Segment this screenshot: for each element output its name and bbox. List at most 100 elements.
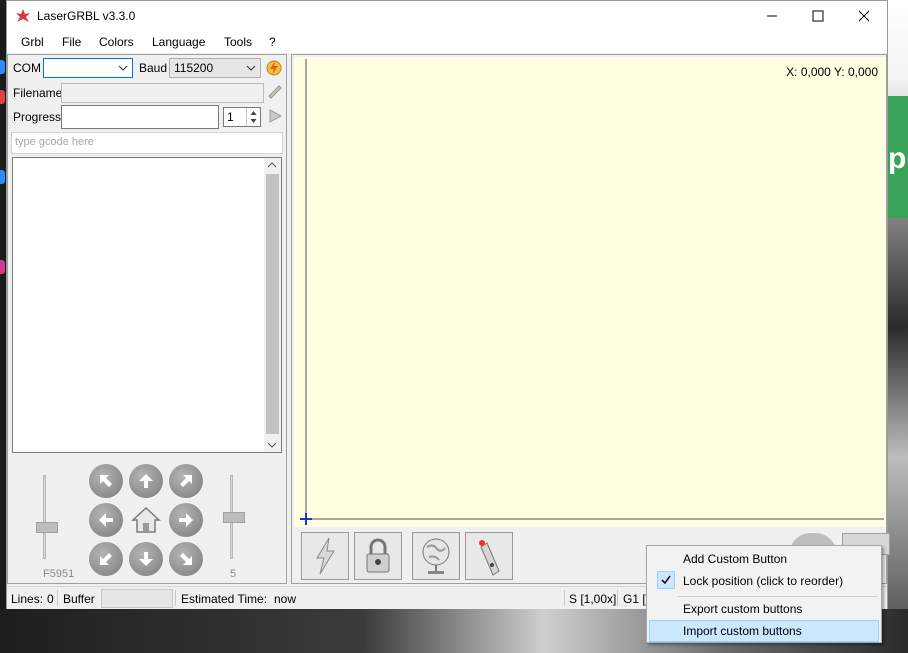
arrow-down-icon — [139, 552, 153, 566]
preview-canvas[interactable]: X: 0,000 Y: 0,000 — [294, 57, 886, 527]
lines-label: Lines: — [11, 592, 44, 606]
speed-slider-track — [43, 475, 46, 559]
menu-item-label: Lock position (click to reorder) — [683, 574, 844, 588]
gcode-input[interactable]: type gcode here — [11, 132, 283, 154]
minimize-button[interactable] — [749, 1, 795, 31]
preview-panel: X: 0,000 Y: 0,000 — [291, 54, 890, 584]
chevron-down-icon — [114, 59, 132, 77]
menu-grbl[interactable]: Grbl — [21, 35, 44, 49]
filename-field — [61, 83, 264, 103]
close-button[interactable] — [841, 1, 887, 31]
jog-north-button[interactable] — [129, 464, 163, 498]
jog-east-button[interactable] — [169, 503, 203, 537]
arrow-down-left-icon — [100, 553, 112, 565]
menu-bar: Grbl File Colors Language Tools ? — [7, 31, 887, 53]
progress-label: Progress — [13, 110, 62, 124]
com-select[interactable] — [43, 58, 133, 78]
laser-pointer-icon — [479, 540, 500, 576]
menu-item-label: Add Custom Button — [683, 552, 788, 566]
custom-buttons-context-menu: Add Custom Button Lock position (click t… — [646, 545, 882, 643]
menu-lock-position[interactable]: Lock position (click to reorder) — [649, 570, 879, 592]
status-separator — [175, 590, 176, 606]
status-separator — [564, 590, 565, 606]
maximize-icon — [812, 10, 824, 22]
scroll-down-icon[interactable] — [267, 442, 277, 448]
menu-tools[interactable]: Tools — [224, 35, 252, 49]
lines-value: 0 — [47, 592, 54, 606]
step-slider-knob[interactable] — [223, 512, 245, 523]
chevron-down-icon — [242, 59, 260, 77]
menu-item-label: Import custom buttons — [683, 624, 802, 638]
jog-southwest-button[interactable] — [89, 542, 123, 576]
lightning-icon — [316, 537, 335, 575]
arrow-up-right-icon — [180, 475, 192, 487]
custom-button-2[interactable] — [354, 532, 402, 580]
menu-separator — [677, 596, 877, 597]
baud-label: Baud — [139, 61, 168, 75]
run-play-icon[interactable] — [268, 109, 282, 123]
copies-value: 1 — [227, 110, 234, 124]
main-window: LaserGRBL v3.3.0 Grbl File Colors Langua… — [6, 0, 890, 609]
speed-slider[interactable] — [36, 475, 58, 559]
open-file-icon[interactable] — [267, 84, 283, 100]
speed-slider-knob[interactable] — [36, 522, 58, 533]
speed-label: F5951 — [43, 568, 75, 580]
close-icon — [858, 10, 870, 22]
jog-south-button[interactable] — [129, 542, 163, 576]
jog-northeast-button[interactable] — [169, 464, 203, 498]
buffer-label: Buffer — [63, 592, 95, 606]
console-log[interactable] — [12, 157, 282, 453]
com-label: COM — [13, 61, 41, 75]
coordinates-readout: X: 0,000 Y: 0,000 — [786, 65, 878, 79]
stepper-arrows[interactable] — [246, 108, 260, 126]
taskbar-indicator — [0, 260, 5, 274]
window-title: LaserGRBL v3.3.0 — [37, 9, 136, 23]
connect-icon[interactable] — [264, 58, 284, 78]
desktop-green-panel: p — [888, 96, 908, 218]
menu-file[interactable]: File — [62, 35, 81, 49]
step-label: 5 — [230, 568, 237, 580]
app-logo-icon — [16, 9, 30, 22]
copies-stepper[interactable]: 1 — [223, 107, 261, 127]
arrow-left-icon — [99, 513, 113, 527]
up-down-icon — [250, 111, 257, 123]
taskbar-indicator — [0, 60, 5, 74]
jog-southeast-button[interactable] — [169, 542, 203, 576]
baud-select[interactable]: 115200 — [169, 58, 261, 78]
globe-icon — [422, 538, 450, 574]
custom-button-4[interactable] — [465, 532, 513, 580]
status-separator — [57, 590, 58, 606]
step-slider[interactable] — [223, 475, 245, 559]
menu-export-custom-buttons[interactable]: Export custom buttons — [649, 598, 879, 620]
scroll-thumb[interactable] — [266, 174, 279, 434]
speed-override[interactable]: S [1,00x] — [569, 592, 616, 606]
menu-language[interactable]: Language — [152, 35, 205, 49]
arrow-down-right-icon — [180, 553, 192, 565]
scroll-up-icon[interactable] — [267, 162, 277, 168]
checkmark-icon — [657, 571, 675, 589]
menu-add-custom-button[interactable]: Add Custom Button — [649, 548, 879, 570]
buffer-bar — [101, 589, 173, 608]
jog-northwest-button[interactable] — [89, 464, 123, 498]
maximize-button[interactable] — [795, 1, 841, 31]
menu-help[interactable]: ? — [269, 35, 276, 49]
jog-west-button[interactable] — [89, 503, 123, 537]
taskbar-indicator — [0, 170, 5, 184]
home-icon — [131, 506, 161, 533]
menu-colors[interactable]: Colors — [99, 35, 134, 49]
jog-home-button[interactable] — [129, 503, 163, 537]
arrow-up-icon — [139, 474, 153, 488]
progress-bar — [61, 105, 219, 129]
custom-button-3[interactable] — [412, 532, 460, 580]
menu-item-label: Export custom buttons — [683, 602, 803, 616]
baud-value: 115200 — [174, 61, 214, 75]
menu-import-custom-buttons[interactable]: Import custom buttons — [649, 620, 879, 642]
title-bar: LaserGRBL v3.3.0 — [7, 1, 887, 31]
estimated-time-label: Estimated Time: — [181, 592, 268, 606]
console-scrollbar[interactable] — [264, 158, 281, 452]
estimated-time-value: now — [274, 592, 297, 606]
arrow-right-icon — [179, 513, 193, 527]
custom-button-1[interactable] — [301, 532, 349, 580]
control-panel: COM Baud 115200 Filename Progress 1 type… — [7, 54, 287, 584]
filename-label: Filename — [13, 86, 63, 100]
